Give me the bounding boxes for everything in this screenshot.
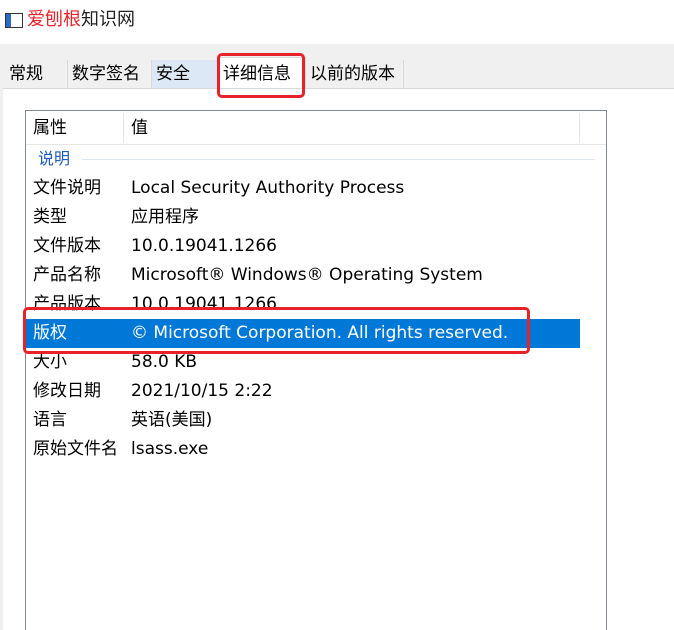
list-item[interactable]: 类型 应用程序	[26, 203, 580, 232]
title-bar: 爱刨根知识网	[0, 0, 674, 44]
list-item[interactable]: 产品版本 10.0.19041.1266	[26, 290, 580, 319]
list-item[interactable]: 语言 英语(美国)	[26, 406, 580, 435]
title-watermark-red: 爱刨根	[27, 9, 81, 30]
list-item[interactable]: 产品名称 Microsoft® Windows® Operating Syste…	[26, 261, 580, 290]
list-item[interactable]: 原始文件名 lsass.exe	[26, 435, 580, 464]
property-value: 10.0.19041.1266	[131, 236, 278, 256]
property-value: Microsoft® Windows® Operating System	[131, 265, 483, 285]
property-name: 产品名称	[33, 265, 101, 285]
property-name: 原始文件名	[33, 439, 118, 459]
window-icon	[5, 13, 23, 28]
column-divider[interactable]	[123, 113, 124, 143]
tab-security[interactable]: 安全	[152, 60, 218, 88]
property-name: 文件说明	[33, 178, 101, 198]
column-header: 属性 值	[26, 111, 606, 145]
window-title: 爱刨根知识网	[27, 8, 135, 32]
group-divider	[82, 159, 595, 160]
property-value: © Microsoft Corporation. All rights rese…	[131, 323, 509, 343]
column-divider-end	[579, 113, 580, 143]
column-header-value[interactable]: 值	[131, 111, 148, 145]
property-name: 大小	[33, 352, 67, 372]
tab-bar: 常规 数字签名 安全 详细信息 以前的版本	[0, 57, 674, 88]
group-description: 说明	[26, 146, 606, 172]
property-value: 2021/10/15 2:22	[131, 381, 273, 401]
property-value: 英语(美国)	[131, 410, 213, 430]
tab-digital-signatures[interactable]: 数字签名	[68, 60, 152, 88]
property-name: 产品版本	[33, 294, 101, 314]
tab-previous-versions[interactable]: 以前的版本	[306, 60, 404, 88]
properties-list[interactable]: 属性 值 说明 文件说明 Local Security Authority Pr…	[25, 110, 607, 630]
list-item[interactable]: 文件说明 Local Security Authority Process	[26, 174, 580, 203]
property-name: 修改日期	[33, 381, 101, 401]
property-name: 版权	[33, 323, 67, 343]
tab-details[interactable]: 详细信息	[218, 57, 306, 88]
tab-general[interactable]: 常规	[5, 60, 68, 88]
group-label: 说明	[38, 149, 71, 168]
property-value: 58.0 KB	[131, 352, 198, 372]
property-value: lsass.exe	[131, 439, 209, 459]
list-item[interactable]: 修改日期 2021/10/15 2:22	[26, 377, 580, 406]
list-item[interactable]: 大小 58.0 KB	[26, 348, 580, 377]
property-value: 应用程序	[131, 207, 199, 227]
property-name: 类型	[33, 207, 67, 227]
title-watermark-dark: 知识网	[81, 9, 135, 30]
property-value: 10.0.19041.1266	[131, 294, 278, 314]
property-name: 语言	[33, 410, 67, 430]
column-header-property[interactable]: 属性	[33, 111, 67, 145]
list-item[interactable]: 文件版本 10.0.19041.1266	[26, 232, 580, 261]
property-value: Local Security Authority Process	[131, 178, 405, 198]
property-name: 文件版本	[33, 236, 101, 256]
list-item-selected[interactable]: 版权 © Microsoft Corporation. All rights r…	[26, 319, 580, 348]
